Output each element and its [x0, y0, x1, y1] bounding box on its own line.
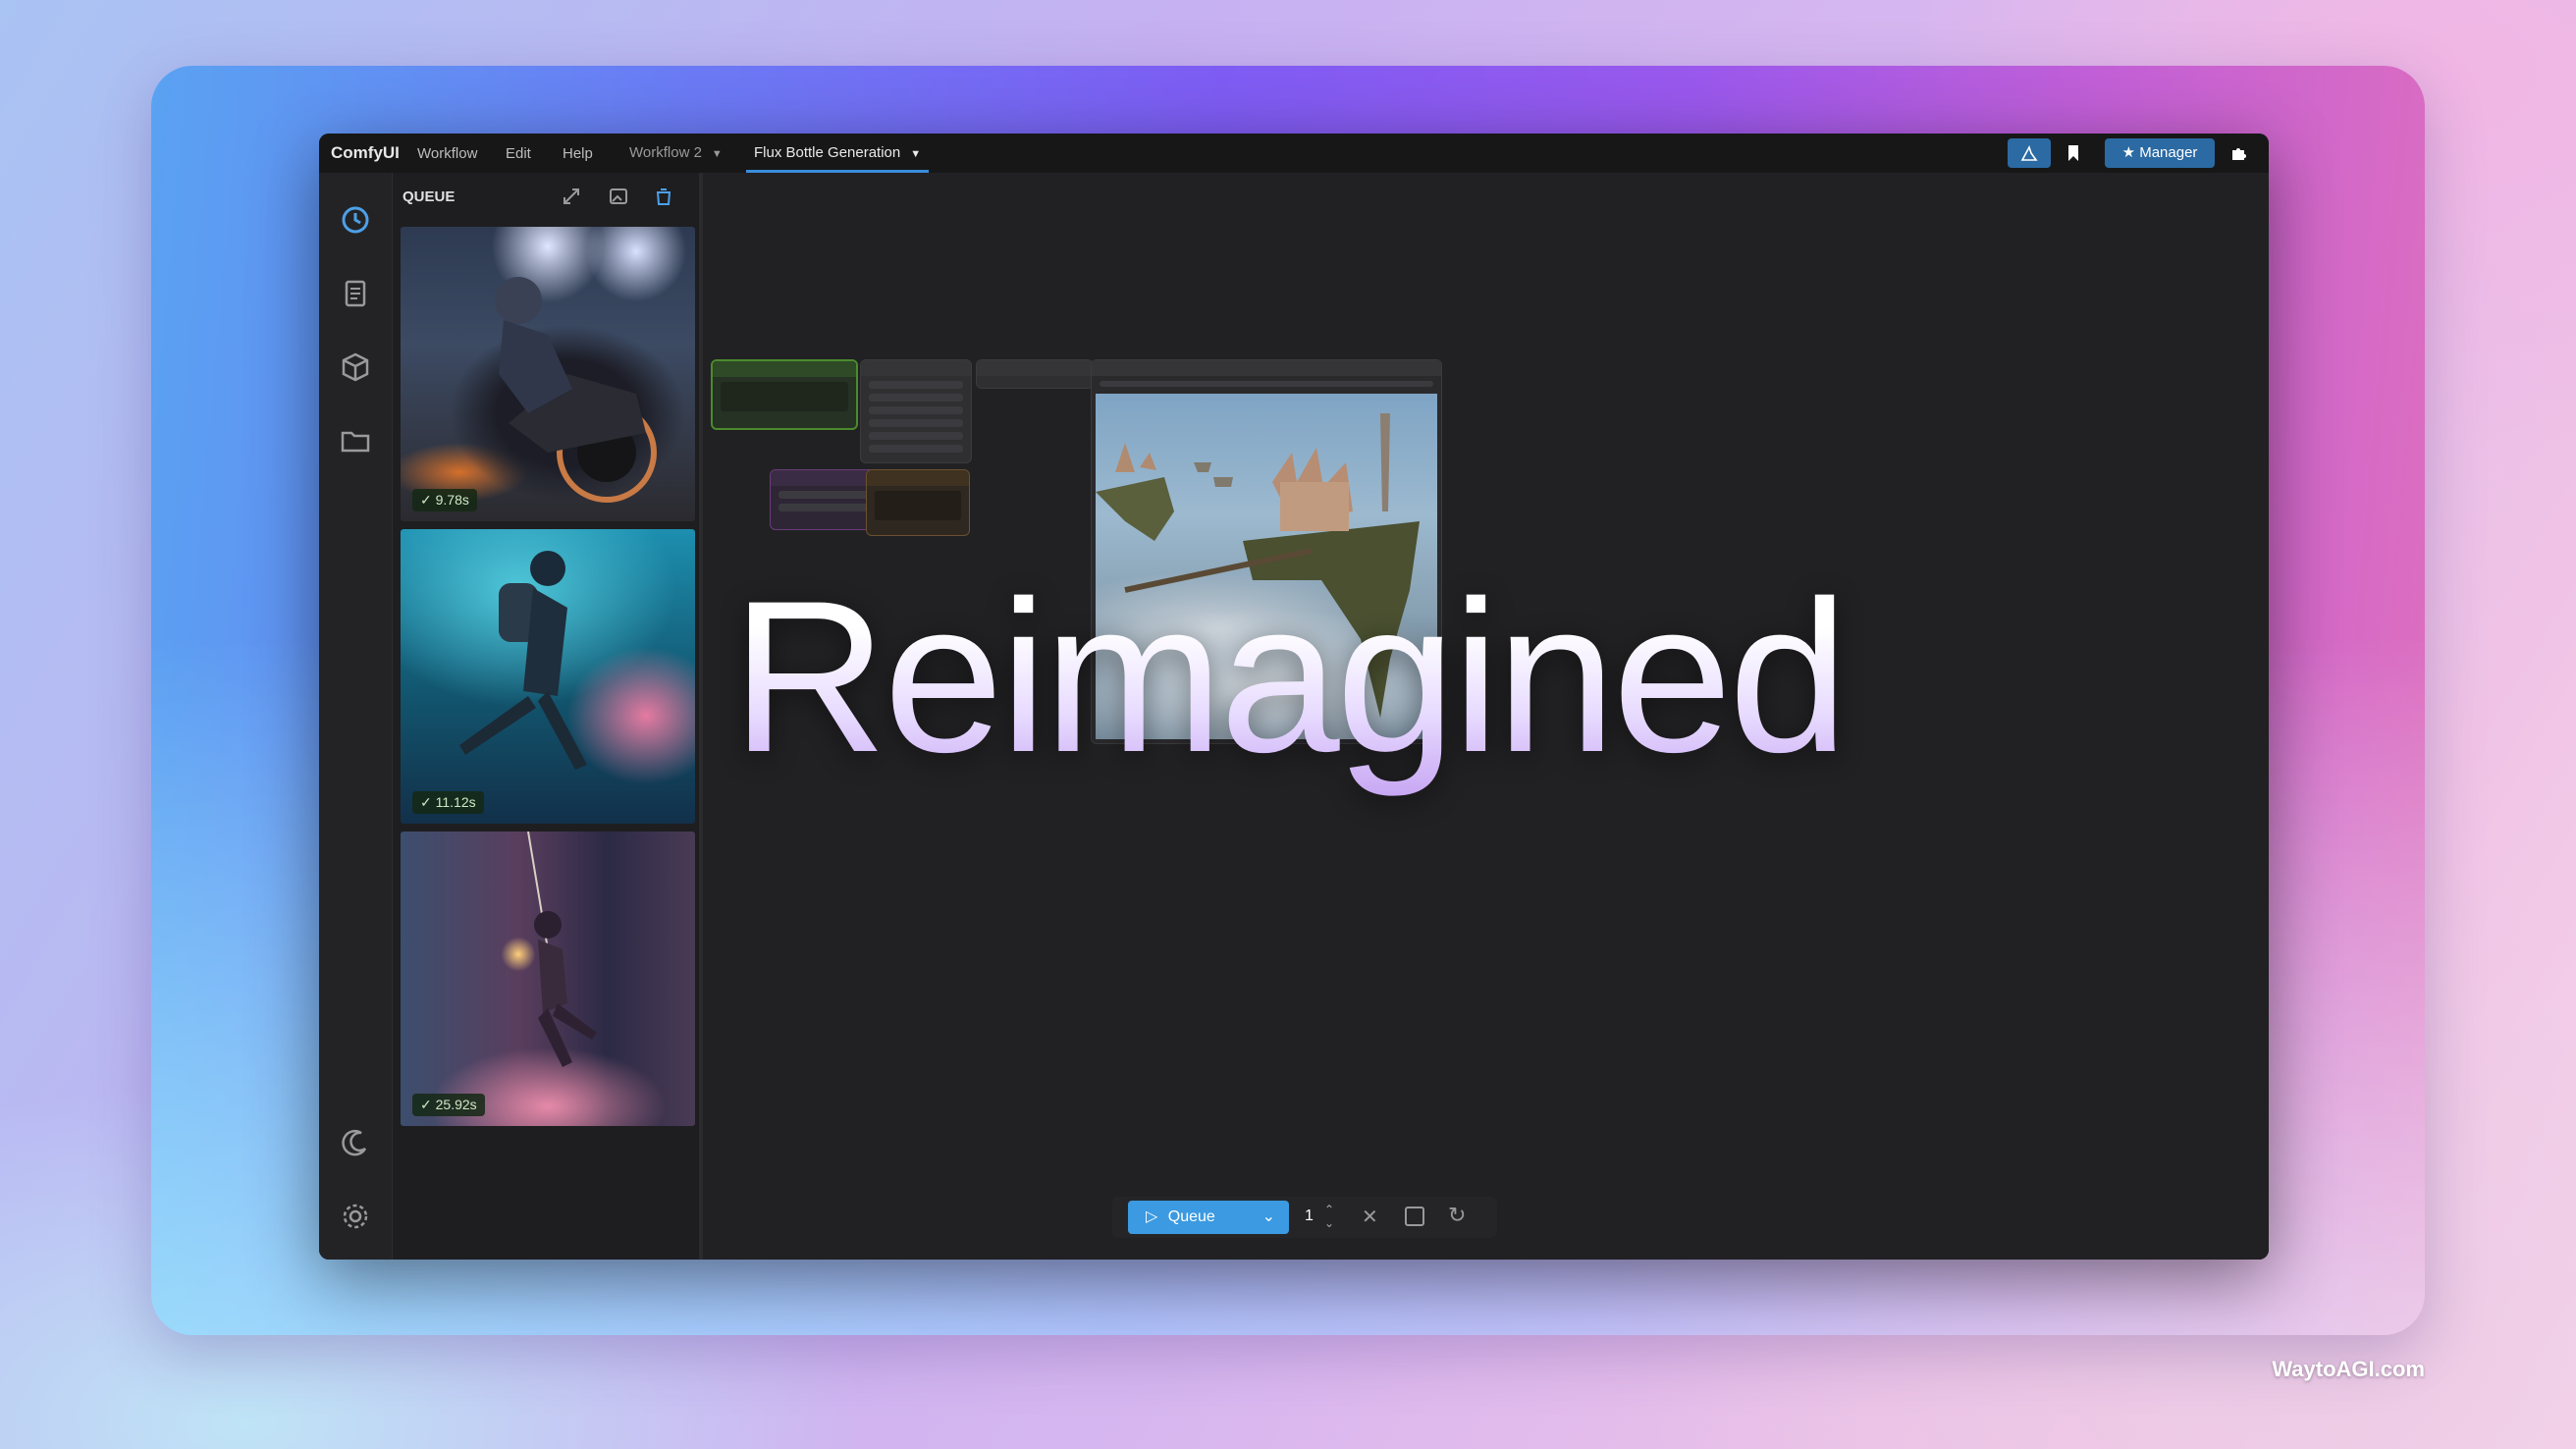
- gear-icon[interactable]: [338, 1199, 373, 1234]
- bottom-toolbar: ▷ Queue ⌄ 1 ⌃ ⌄ ✕ ↻: [1112, 1197, 1497, 1238]
- node-title-bar: [867, 470, 969, 486]
- node-widget[interactable]: [778, 491, 879, 499]
- completion-badge: ✓ 9.78s: [412, 489, 477, 511]
- chart-icon: [2020, 144, 2038, 161]
- headline: Reimagined: [0, 553, 2576, 801]
- extensions-button[interactable]: [2222, 138, 2255, 168]
- history-icon[interactable]: [338, 202, 373, 238]
- tab-label: Workflow 2: [629, 144, 702, 161]
- expand-icon[interactable]: [560, 185, 583, 208]
- watermark: WaytoAGI.com: [2272, 1357, 2425, 1381]
- folder-icon[interactable]: [338, 423, 373, 458]
- tab-workflow-2[interactable]: Workflow 2 ▼: [621, 139, 730, 167]
- clip-text-encode-node[interactable]: [711, 359, 858, 430]
- ksampler-node[interactable]: [860, 359, 972, 463]
- bookmark-button[interactable]: [2057, 138, 2090, 168]
- chart-icon-button[interactable]: [2008, 138, 2051, 168]
- node-widget[interactable]: [869, 432, 963, 440]
- menu-edit[interactable]: Edit: [506, 145, 531, 162]
- stepper-arrows-icon[interactable]: ⌃ ⌄: [1324, 1203, 1334, 1230]
- puzzle-icon: [2232, 148, 2246, 160]
- chevron-down-icon: ▼: [910, 148, 922, 160]
- node-title-bar: [1092, 360, 1441, 376]
- trash-icon[interactable]: [652, 185, 675, 208]
- node-widget[interactable]: [869, 445, 963, 453]
- menu-help[interactable]: Help: [563, 145, 593, 162]
- stop-icon[interactable]: [1405, 1207, 1424, 1226]
- headline-text: Reimagined: [730, 556, 1849, 797]
- play-icon: ▷: [1146, 1208, 1158, 1225]
- node-title-bar: [713, 361, 856, 377]
- batch-count[interactable]: 1: [1305, 1208, 1314, 1225]
- chevron-down-icon[interactable]: ⌄: [1262, 1201, 1275, 1234]
- close-icon[interactable]: ✕: [1362, 1205, 1378, 1229]
- node-text-area[interactable]: [721, 382, 848, 411]
- queue-button-label: Queue: [1167, 1208, 1215, 1225]
- node-widget[interactable]: [869, 381, 963, 389]
- menu-workflow[interactable]: Workflow: [417, 145, 477, 162]
- manager-label: Manager: [2139, 144, 2198, 161]
- cube-icon[interactable]: [338, 349, 373, 385]
- manager-button[interactable]: ★ Manager: [2105, 138, 2215, 168]
- motorcycle-illustration: [495, 277, 657, 503]
- swinging-figure-illustration: [527, 832, 597, 1067]
- queue-button[interactable]: ▷ Queue ⌄: [1128, 1201, 1289, 1234]
- queue-item[interactable]: ✓ 9.78s: [401, 227, 695, 521]
- node-widget[interactable]: [1100, 381, 1433, 387]
- tab-flux-bottle-generation[interactable]: Flux Bottle Generation ▼: [746, 139, 930, 173]
- bookmark-icon: [2068, 145, 2078, 161]
- node-widget[interactable]: [778, 504, 879, 511]
- queue-item[interactable]: ✓ 25.92s: [401, 832, 695, 1126]
- completion-badge: ✓ 25.92s: [412, 1094, 485, 1116]
- star-icon: ★: [2121, 144, 2136, 161]
- node-widget[interactable]: [869, 394, 963, 402]
- image-icon[interactable]: [607, 185, 630, 208]
- tab-label: Flux Bottle Generation: [754, 144, 901, 161]
- moon-icon[interactable]: [338, 1125, 373, 1160]
- node-widget[interactable]: [869, 406, 963, 414]
- refresh-icon[interactable]: ↻: [1448, 1203, 1466, 1228]
- note-node[interactable]: [866, 469, 970, 536]
- app-logo: ComfyUI: [331, 143, 400, 162]
- menubar: ComfyUI Workflow Edit Help Workflow 2 ▼ F…: [319, 134, 2269, 174]
- chevron-down-icon: ▼: [711, 148, 723, 160]
- vae-decode-node[interactable]: [976, 359, 1094, 389]
- node-widget[interactable]: [869, 419, 963, 427]
- node-title-bar: [861, 360, 971, 376]
- queue-title: QUEUE: [402, 188, 456, 205]
- node-text-area[interactable]: [875, 491, 961, 520]
- document-icon[interactable]: [338, 276, 373, 311]
- node-title-bar: [977, 360, 1093, 376]
